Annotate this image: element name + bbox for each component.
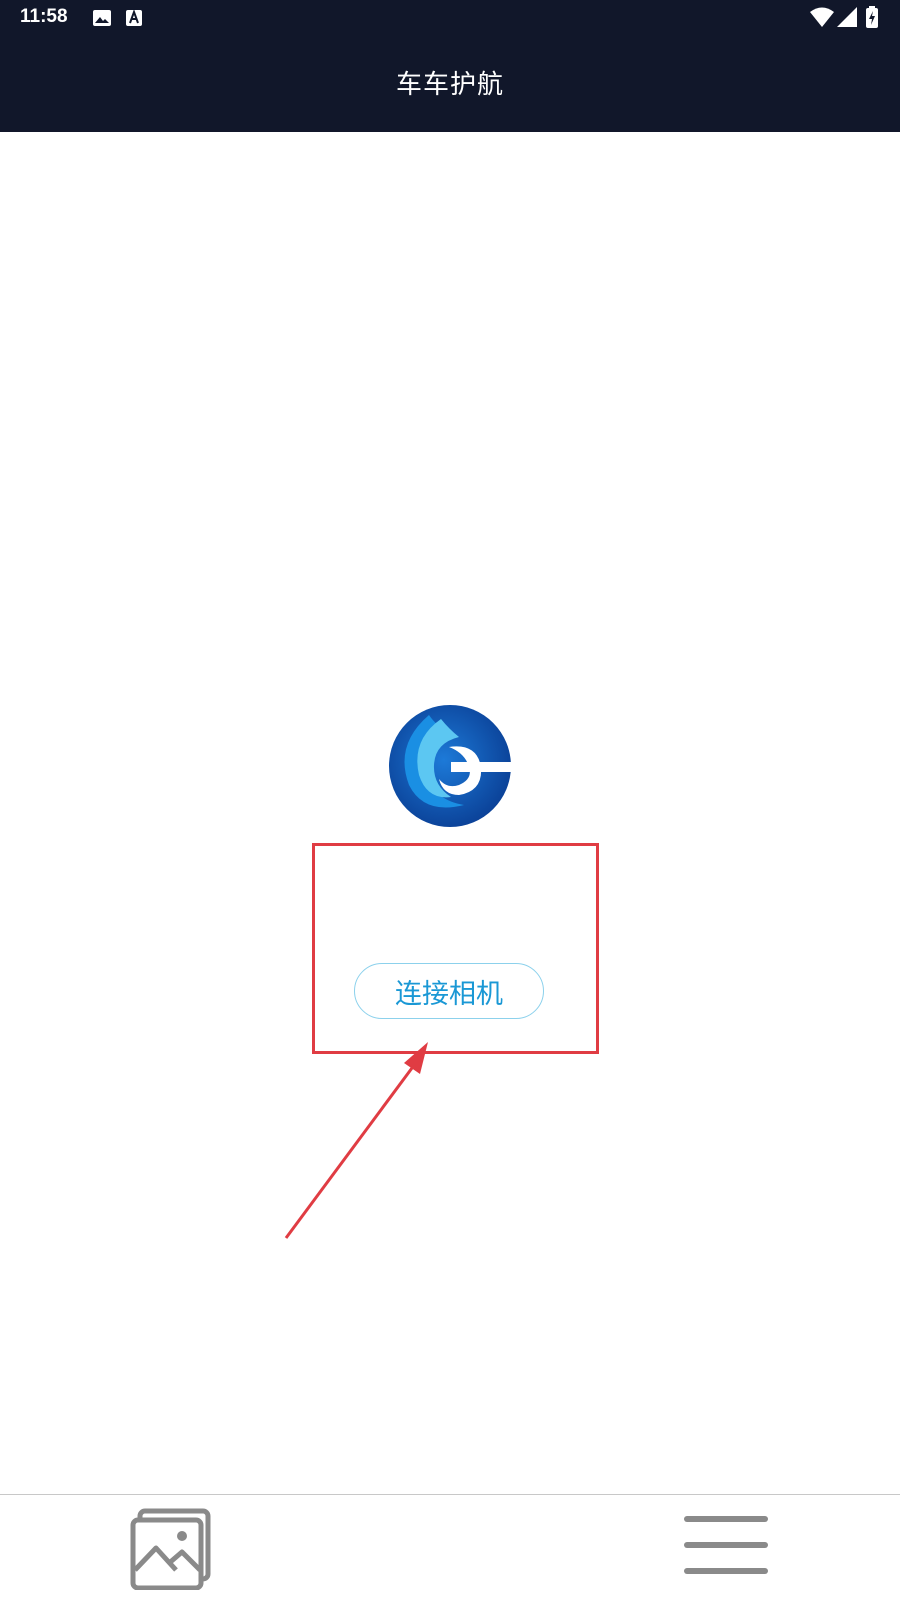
connect-camera-button[interactable]: 连接相机 — [354, 963, 544, 1019]
text-a-icon — [125, 9, 143, 31]
gallery-icon[interactable] — [130, 1508, 212, 1594]
page-title: 车车护航 — [395, 70, 504, 100]
battery-charging-icon — [865, 6, 879, 32]
annotation-highlight-box — [312, 843, 599, 1054]
app-bar: 车车护航 — [0, 36, 900, 132]
signal-icon — [837, 7, 857, 31]
status-time: 11:58 — [20, 6, 68, 27]
image-icon — [92, 9, 112, 31]
wifi-icon — [810, 7, 834, 31]
menu-icon[interactable] — [684, 1515, 768, 1583]
app-logo — [389, 705, 511, 827]
status-bar: 11:58 — [0, 0, 900, 36]
bottom-nav — [0, 1494, 900, 1601]
